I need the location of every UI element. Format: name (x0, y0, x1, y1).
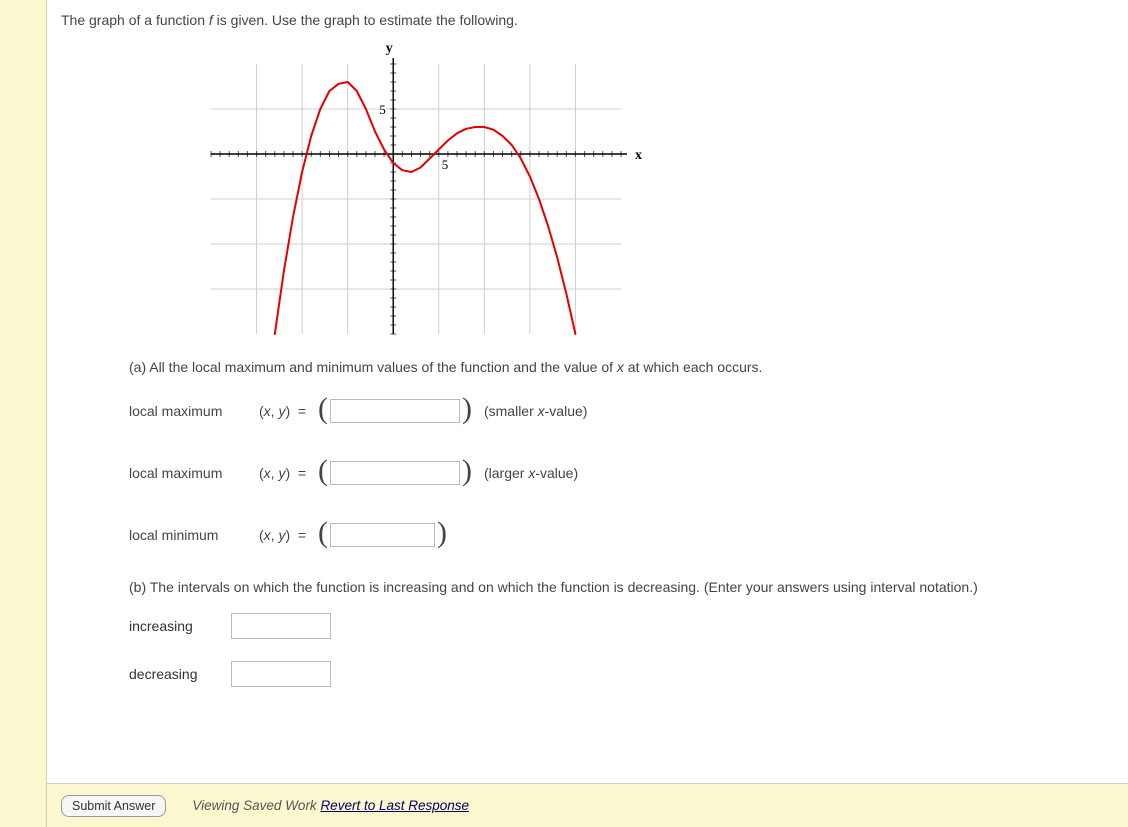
open-paren-1: ( (316, 392, 330, 426)
viewing-saved-work: Viewing Saved Work Revert to Last Respon… (192, 798, 469, 813)
input-increasing[interactable] (231, 613, 331, 639)
note-smaller-x: (smaller x-value) (484, 403, 587, 419)
label-local-min: local minimum (129, 527, 259, 543)
graph: 5 5 x y (201, 44, 1116, 347)
input-decreasing[interactable] (231, 661, 331, 687)
footer-bar: Submit Answer Viewing Saved Work Revert … (47, 783, 1128, 827)
close-paren-3: ) (435, 516, 449, 550)
prompt-text-1: The graph of a function (61, 12, 209, 28)
svg-text:5: 5 (379, 102, 386, 117)
open-paren-2: ( (316, 454, 330, 488)
close-paren-1: ) (460, 392, 474, 426)
main-content: The graph of a function f is given. Use … (47, 0, 1128, 827)
question-prompt: The graph of a function f is given. Use … (61, 12, 1116, 28)
row-local-min: local minimum (x, y) = ( ) (129, 517, 1116, 553)
svg-text:5: 5 (442, 157, 449, 172)
part-a-before: (a) All the local maximum and minimum va… (129, 359, 617, 375)
prompt-text-2: is given. Use the graph to estimate the … (213, 12, 518, 28)
input-local-max-1[interactable] (330, 399, 460, 423)
svg-text:x: x (635, 148, 642, 163)
revert-link[interactable]: Revert to Last Response (320, 798, 469, 813)
label-decreasing: decreasing (129, 666, 209, 682)
part-a-after: at which each occurs. (624, 359, 763, 375)
function-graph-svg: 5 5 x y (201, 44, 661, 344)
xy-eq-2: (x, y) = (259, 465, 310, 481)
svg-text:y: y (386, 44, 393, 56)
row-local-max-1: local maximum (x, y) = ( ) (smaller x-va… (129, 393, 1116, 429)
xy-eq-1: (x, y) = (259, 403, 310, 419)
viewing-text: Viewing Saved Work (192, 798, 320, 813)
open-paren-3: ( (316, 516, 330, 550)
input-local-min[interactable] (330, 523, 435, 547)
part-a-text: (a) All the local maximum and minimum va… (129, 359, 1116, 375)
row-increasing: increasing (129, 613, 1116, 639)
close-paren-2: ) (460, 454, 474, 488)
xy-eq-3: (x, y) = (259, 527, 310, 543)
part-b-text: (b) The intervals on which the function … (129, 579, 1116, 595)
row-local-max-2: local maximum (x, y) = ( ) (larger x-val… (129, 455, 1116, 491)
label-local-max-1: local maximum (129, 403, 259, 419)
part-a-xvar: x (617, 359, 624, 375)
label-local-max-2: local maximum (129, 465, 259, 481)
row-decreasing: decreasing (129, 661, 1116, 687)
left-rail (0, 0, 47, 827)
input-local-max-2[interactable] (330, 461, 460, 485)
note-larger-x: (larger x-value) (484, 465, 578, 481)
label-increasing: increasing (129, 618, 209, 634)
submit-button[interactable]: Submit Answer (61, 795, 166, 817)
